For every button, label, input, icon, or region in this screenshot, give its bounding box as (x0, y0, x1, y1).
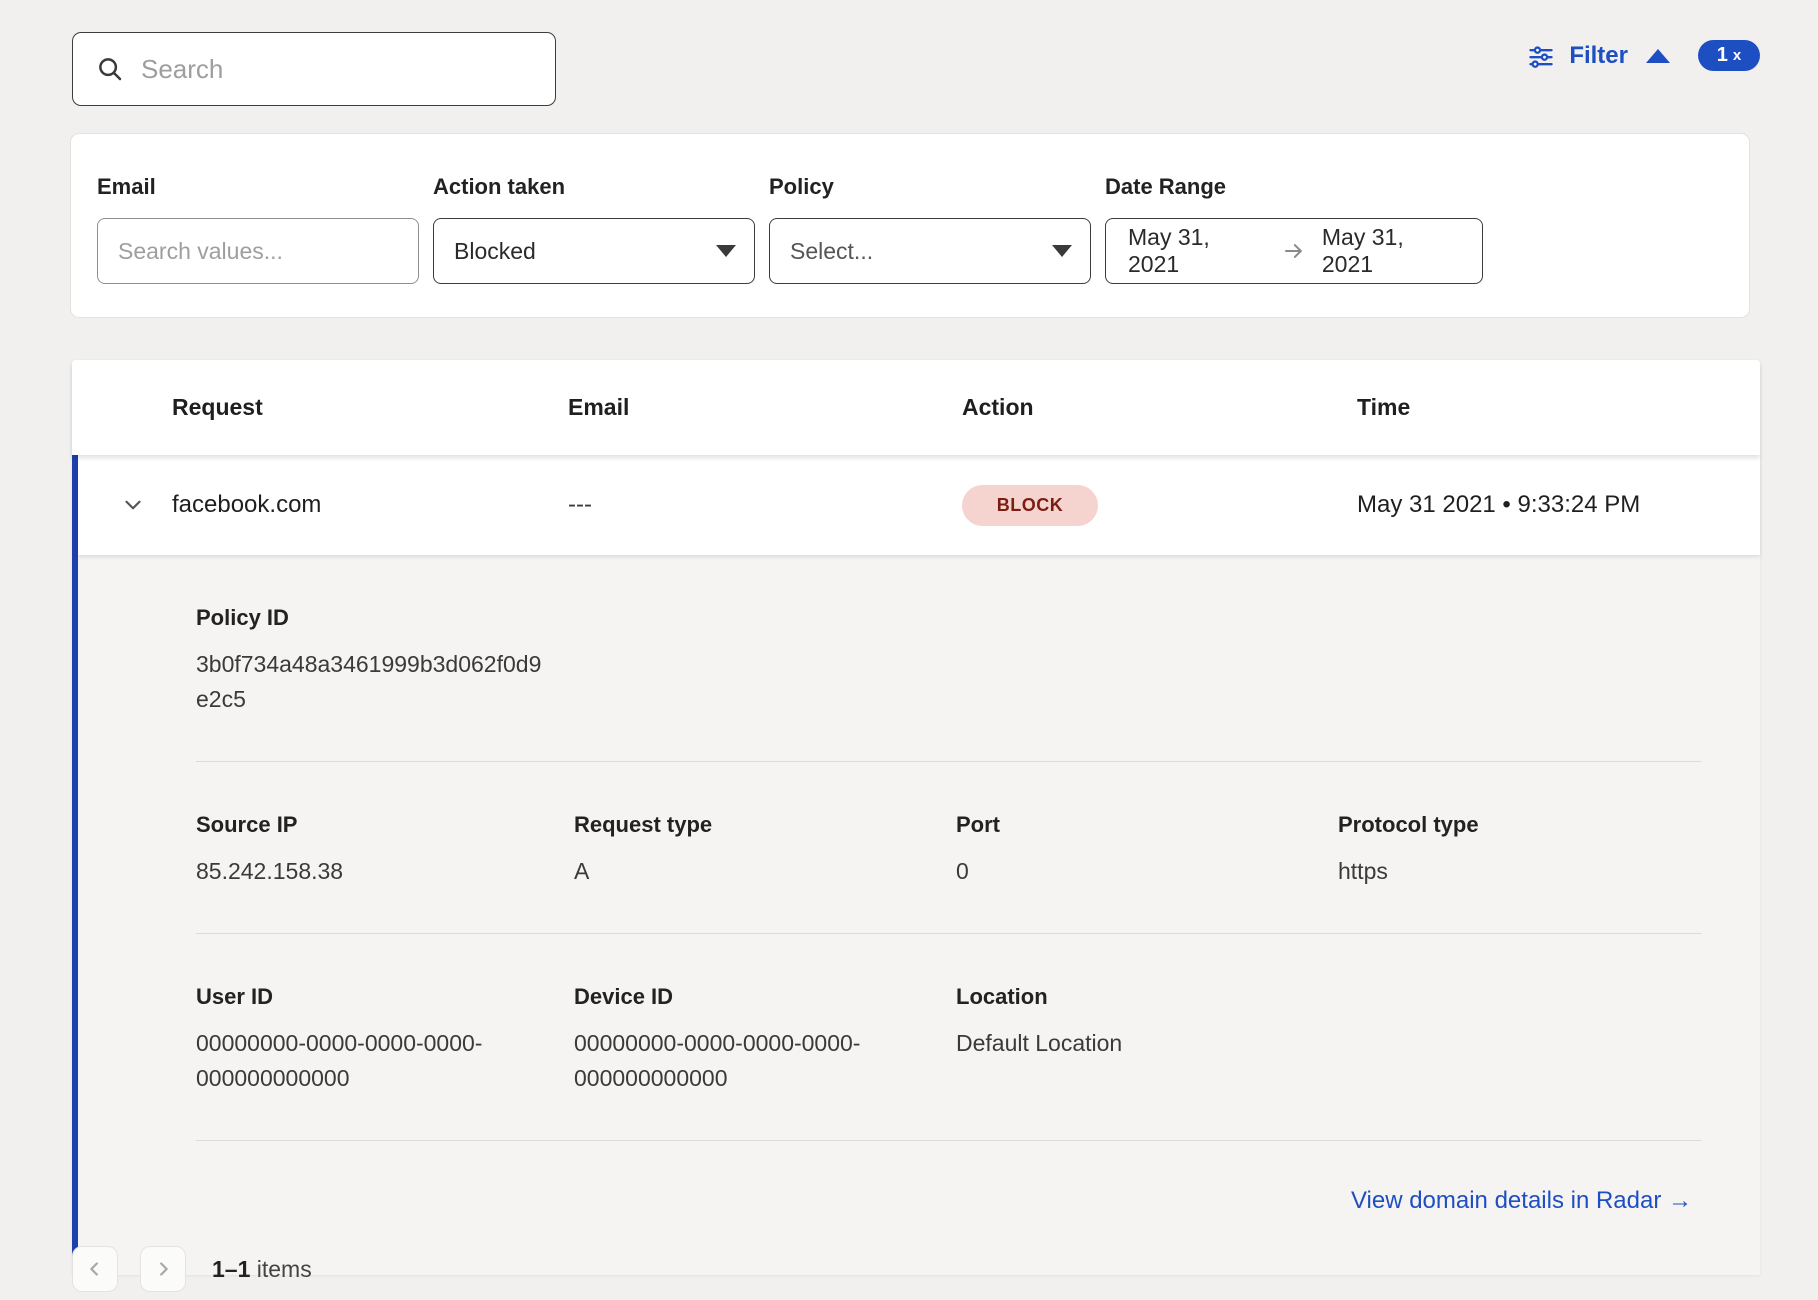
device-id-field: Device ID 00000000-0000-0000-0000-000000… (574, 984, 956, 1096)
top-bar: Filter 1 x (0, 0, 1818, 118)
filter-panel: Email Action taken Blocked Policy Select… (70, 133, 1750, 318)
row-time: May 31 2021 • 9:33:24 PM (1357, 491, 1760, 519)
policy-id-label: Policy ID (196, 605, 1702, 631)
email-filter-label: Email (97, 174, 419, 200)
filter-toggle[interactable]: Filter 1 x (1527, 40, 1760, 71)
policy-select[interactable]: Select... (769, 218, 1091, 284)
chevron-up-icon (1646, 49, 1670, 63)
chevron-down-icon (716, 245, 736, 257)
date-range-label: Date Range (1105, 174, 1483, 200)
column-header-time: Time (1357, 394, 1760, 421)
filter-label: Filter (1569, 42, 1628, 70)
details-section-network: Source IP 85.242.158.38 Request type A P… (78, 762, 1760, 933)
source-ip-field: Source IP 85.242.158.38 (196, 812, 574, 889)
email-filter-input[interactable] (97, 218, 419, 284)
previous-page-button[interactable] (72, 1246, 118, 1292)
user-id-value: 00000000-0000-0000-0000-000000000000 (196, 1026, 508, 1096)
filter-field-policy: Policy Select... (769, 174, 1091, 317)
expanded-row-block: facebook.com --- BLOCK May 31 2021 • 9:3… (72, 455, 1760, 1275)
date-range-end: May 31, 2021 (1322, 224, 1460, 278)
date-range-picker[interactable]: May 31, 2021 May 31, 2021 (1105, 218, 1483, 284)
row-email: --- (568, 491, 962, 519)
search-input[interactable] (141, 54, 537, 85)
source-ip-label: Source IP (196, 812, 574, 838)
date-range-start: May 31, 2021 (1128, 224, 1266, 278)
action-taken-label: Action taken (433, 174, 755, 200)
port-value: 0 (956, 854, 1338, 889)
location-value: Default Location (956, 1026, 1338, 1061)
action-taken-select[interactable]: Blocked (433, 218, 755, 284)
block-action-badge: BLOCK (962, 485, 1098, 526)
items-label: items (257, 1256, 312, 1282)
table-header-row: Request Email Action Time (72, 360, 1760, 455)
policy-id-value: 3b0f734a48a3461999b3d062f0d9e2c5 (196, 647, 548, 717)
chevron-left-icon (84, 1258, 106, 1280)
port-label: Port (956, 812, 1338, 838)
items-count-text: 1–1 items (212, 1256, 312, 1283)
row-details-panel: Policy ID 3b0f734a48a3461999b3d062f0d9e2… (78, 555, 1760, 1275)
protocol-type-field: Protocol type https (1338, 812, 1702, 889)
policy-value: Select... (790, 238, 873, 265)
request-type-label: Request type (574, 812, 956, 838)
pagination: 1–1 items (72, 1246, 312, 1292)
filter-clear-x[interactable]: x (1733, 47, 1741, 64)
user-id-label: User ID (196, 984, 574, 1010)
user-id-field: User ID 00000000-0000-0000-0000-00000000… (196, 984, 574, 1096)
search-icon (95, 54, 125, 84)
next-page-button[interactable] (140, 1246, 186, 1292)
search-box[interactable] (72, 32, 556, 106)
filter-count: 1 (1717, 44, 1728, 67)
view-radar-link[interactable]: View domain details in Radar → (1351, 1187, 1692, 1215)
request-type-field: Request type A (574, 812, 956, 889)
table-row[interactable]: facebook.com --- BLOCK May 31 2021 • 9:3… (78, 455, 1760, 555)
arrow-right-icon (1282, 239, 1306, 263)
details-section-policy: Policy ID 3b0f734a48a3461999b3d062f0d9e2… (78, 555, 1760, 761)
details-section-identity: User ID 00000000-0000-0000-0000-00000000… (78, 934, 1760, 1140)
row-expand-toggle[interactable] (78, 492, 172, 518)
action-taken-value: Blocked (454, 238, 536, 265)
column-header-email: Email (568, 394, 962, 421)
chevron-down-icon (120, 492, 146, 518)
details-footer: View domain details in Radar → (78, 1141, 1760, 1275)
policy-label: Policy (769, 174, 1091, 200)
location-label: Location (956, 984, 1338, 1010)
protocol-type-label: Protocol type (1338, 812, 1702, 838)
device-id-label: Device ID (574, 984, 956, 1010)
protocol-type-value: https (1338, 854, 1702, 889)
request-type-value: A (574, 854, 956, 889)
filter-field-date-range: Date Range May 31, 2021 May 31, 2021 (1105, 174, 1483, 317)
logs-table: Request Email Action Time facebook.com -… (72, 360, 1760, 1275)
column-header-request: Request (172, 394, 568, 421)
items-range: 1–1 (212, 1256, 250, 1282)
port-field: Port 0 (956, 812, 1338, 889)
device-id-value: 00000000-0000-0000-0000-000000000000 (574, 1026, 886, 1096)
row-request-domain: facebook.com (172, 491, 568, 519)
chevron-down-icon (1052, 245, 1072, 257)
source-ip-value: 85.242.158.38 (196, 854, 574, 889)
filter-field-email: Email (97, 174, 419, 317)
chevron-right-icon (152, 1258, 174, 1280)
location-field: Location Default Location (956, 984, 1338, 1096)
row-action-cell: BLOCK (962, 485, 1357, 526)
filter-sliders-icon (1527, 42, 1555, 70)
filter-field-action-taken: Action taken Blocked (433, 174, 755, 317)
filter-count-badge[interactable]: 1 x (1698, 40, 1760, 71)
column-header-action: Action (962, 394, 1357, 421)
